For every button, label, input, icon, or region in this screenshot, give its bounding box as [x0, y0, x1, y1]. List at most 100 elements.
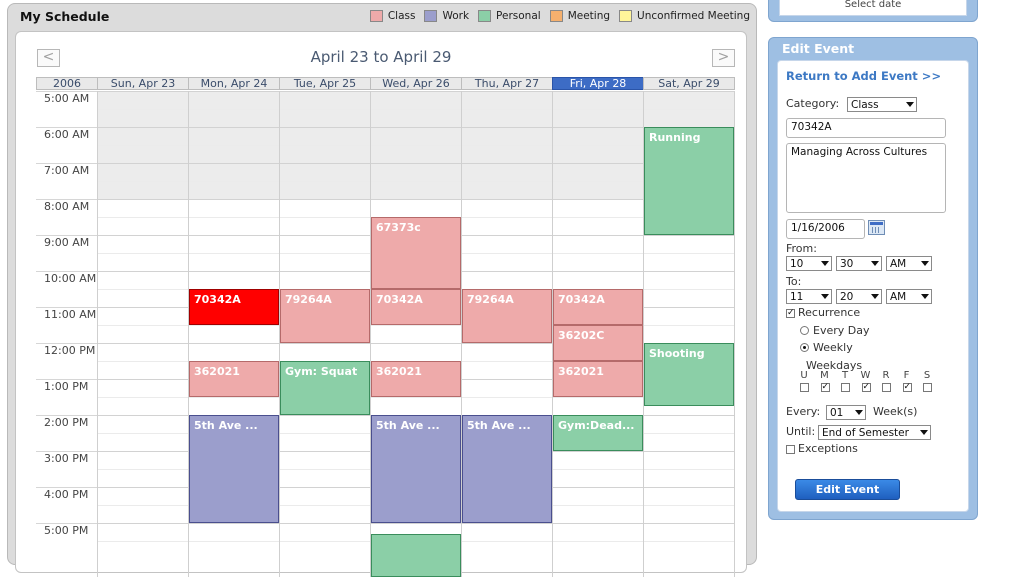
- chevron-down-icon: [871, 261, 879, 266]
- calendar-event[interactable]: Gym: Squat: [280, 361, 370, 415]
- return-to-add-event-link[interactable]: Return to Add Event >>: [786, 69, 941, 83]
- day-header[interactable]: Wed, Apr 26: [370, 77, 462, 90]
- legend-label: Unconfirmed Meeting: [637, 10, 750, 22]
- calendar-event[interactable]: 70342A: [553, 289, 643, 325]
- time-label: 6:00 AM: [36, 127, 97, 163]
- weeks-label: Week(s): [873, 405, 918, 418]
- day-header[interactable]: Mon, Apr 24: [188, 77, 280, 90]
- time-label: 5:00 PM: [36, 523, 97, 559]
- calendar-event[interactable]: 67373c: [371, 217, 461, 289]
- calendar-event[interactable]: 79264A: [280, 289, 370, 343]
- date-picker-panel: Select date: [768, 0, 978, 22]
- day-header[interactable]: Sun, Apr 23: [97, 77, 189, 90]
- hour-gridline: [97, 127, 734, 128]
- legend-item-unconfirmed-meeting: Unconfirmed Meeting: [619, 10, 750, 22]
- until-select[interactable]: End of Semester: [818, 425, 931, 440]
- exceptions-checkbox[interactable]: [786, 445, 795, 454]
- to-minute-value: 20: [840, 291, 854, 303]
- chevron-down-icon: [821, 261, 829, 266]
- legend-swatch: [478, 10, 492, 22]
- from-minute-value: 30: [840, 258, 854, 270]
- every-count-select[interactable]: 01: [826, 405, 866, 420]
- calendar-event[interactable]: 70342A: [189, 289, 279, 325]
- time-label: 5:00 AM: [36, 91, 97, 127]
- event-code-input[interactable]: 70342A: [786, 118, 946, 138]
- weekly-radio[interactable]: [800, 343, 809, 352]
- calendar-event[interactable]: 5th Ave ...: [462, 415, 552, 523]
- chevron-down-icon: [871, 294, 879, 299]
- to-ampm-value: AM: [890, 291, 907, 303]
- category-select[interactable]: Class: [847, 97, 917, 112]
- select-date-control[interactable]: Select date: [779, 0, 967, 16]
- calendar-event[interactable]: [371, 533, 461, 577]
- chevron-down-icon: [821, 294, 829, 299]
- time-label: 11:00 AM: [36, 307, 97, 343]
- day-header[interactable]: Fri, Apr 28: [552, 77, 644, 90]
- time-label: 3:00 PM: [36, 451, 97, 487]
- day-header[interactable]: Sat, Apr 29: [643, 77, 735, 90]
- recurrence-checkbox[interactable]: ✓: [786, 309, 795, 318]
- edit-event-panel: Edit Event Return to Add Event >> Catego…: [768, 37, 978, 520]
- every-label: Every:: [786, 405, 821, 418]
- recurrence-label: Recurrence: [798, 306, 861, 319]
- from-hour-value: 10: [790, 258, 804, 270]
- time-label: 2:00 PM: [36, 415, 97, 451]
- every-day-radio[interactable]: [800, 326, 809, 335]
- from-minute-select[interactable]: 30: [836, 256, 882, 271]
- to-ampm-select[interactable]: AM: [886, 289, 932, 304]
- event-description-textarea[interactable]: Managing Across Cultures: [786, 143, 946, 213]
- day-header[interactable]: Thu, Apr 27: [461, 77, 553, 90]
- calendar-event[interactable]: Gym:Dead...: [553, 415, 643, 451]
- exceptions-label: Exceptions: [798, 442, 858, 455]
- weekday-checkbox[interactable]: ✓: [820, 383, 830, 392]
- event-date-input[interactable]: 1/16/2006: [786, 219, 865, 239]
- to-hour-select[interactable]: 11: [786, 289, 832, 304]
- time-label: 8:00 AM: [36, 199, 97, 235]
- weekday-checkbox[interactable]: [923, 383, 932, 392]
- hour-gridline: [97, 523, 734, 524]
- weekday-checkbox[interactable]: ✓: [902, 383, 912, 392]
- from-ampm-select[interactable]: AM: [886, 256, 932, 271]
- time-label: 12:00 PM: [36, 343, 97, 379]
- calendar-event[interactable]: 362021: [553, 361, 643, 397]
- from-hour-select[interactable]: 10: [786, 256, 832, 271]
- weekday-checkbox[interactable]: [882, 383, 891, 392]
- day-header[interactable]: Tue, Apr 25: [279, 77, 371, 90]
- calendar-event[interactable]: 70342A: [371, 289, 461, 325]
- edit-event-form: Return to Add Event >> Category: Class 7…: [777, 60, 969, 512]
- chevron-down-icon: [906, 102, 914, 107]
- weekday-letter: S: [923, 370, 931, 381]
- weekday-checkbox[interactable]: ✓: [861, 383, 871, 392]
- date-range-title: April 23 to April 29: [310, 48, 452, 66]
- time-label: 9:00 AM: [36, 235, 97, 271]
- hour-gridline: [97, 163, 734, 164]
- weekday-letter: R: [882, 370, 890, 381]
- schedule-panel: My Schedule Class Work Personal Meeting Unco…: [7, 3, 757, 577]
- hour-gridline: [97, 91, 734, 92]
- half-hour-gridline: [97, 397, 734, 398]
- time-label: 1:00 PM: [36, 379, 97, 415]
- next-week-button[interactable]: >: [712, 49, 735, 67]
- every-count-value: 01: [830, 407, 844, 419]
- legend: Class Work Personal Meeting Unconfirmed Meet…: [361, 10, 750, 22]
- calendar-event[interactable]: Running: [644, 127, 734, 235]
- calendar-icon[interactable]: [868, 220, 885, 235]
- legend-swatch: [619, 10, 633, 22]
- weekday-checkbox[interactable]: [841, 383, 850, 392]
- calendar-event[interactable]: Shooting: [644, 343, 734, 406]
- category-select-value: Class: [851, 99, 879, 111]
- calendar-event[interactable]: 36202C: [553, 325, 643, 361]
- weekday-checkbox[interactable]: [800, 383, 809, 392]
- calendar-event[interactable]: 5th Ave ...: [189, 415, 279, 523]
- legend-label: Class: [387, 10, 416, 22]
- calendar-event[interactable]: 362021: [371, 361, 461, 397]
- to-minute-select[interactable]: 20: [836, 289, 882, 304]
- calendar-event[interactable]: 5th Ave ...: [371, 415, 461, 523]
- until-value: End of Semester: [822, 427, 909, 439]
- week-grid: 2006 Sun, Apr 23 Mon, Apr 24 Tue, Apr 25 We…: [36, 77, 735, 577]
- legend-label: Meeting: [567, 10, 611, 22]
- edit-event-button[interactable]: Edit Event: [795, 479, 900, 500]
- calendar-event[interactable]: 362021: [189, 361, 279, 397]
- weekday-letter: T: [841, 370, 849, 381]
- calendar-event[interactable]: 79264A: [462, 289, 552, 343]
